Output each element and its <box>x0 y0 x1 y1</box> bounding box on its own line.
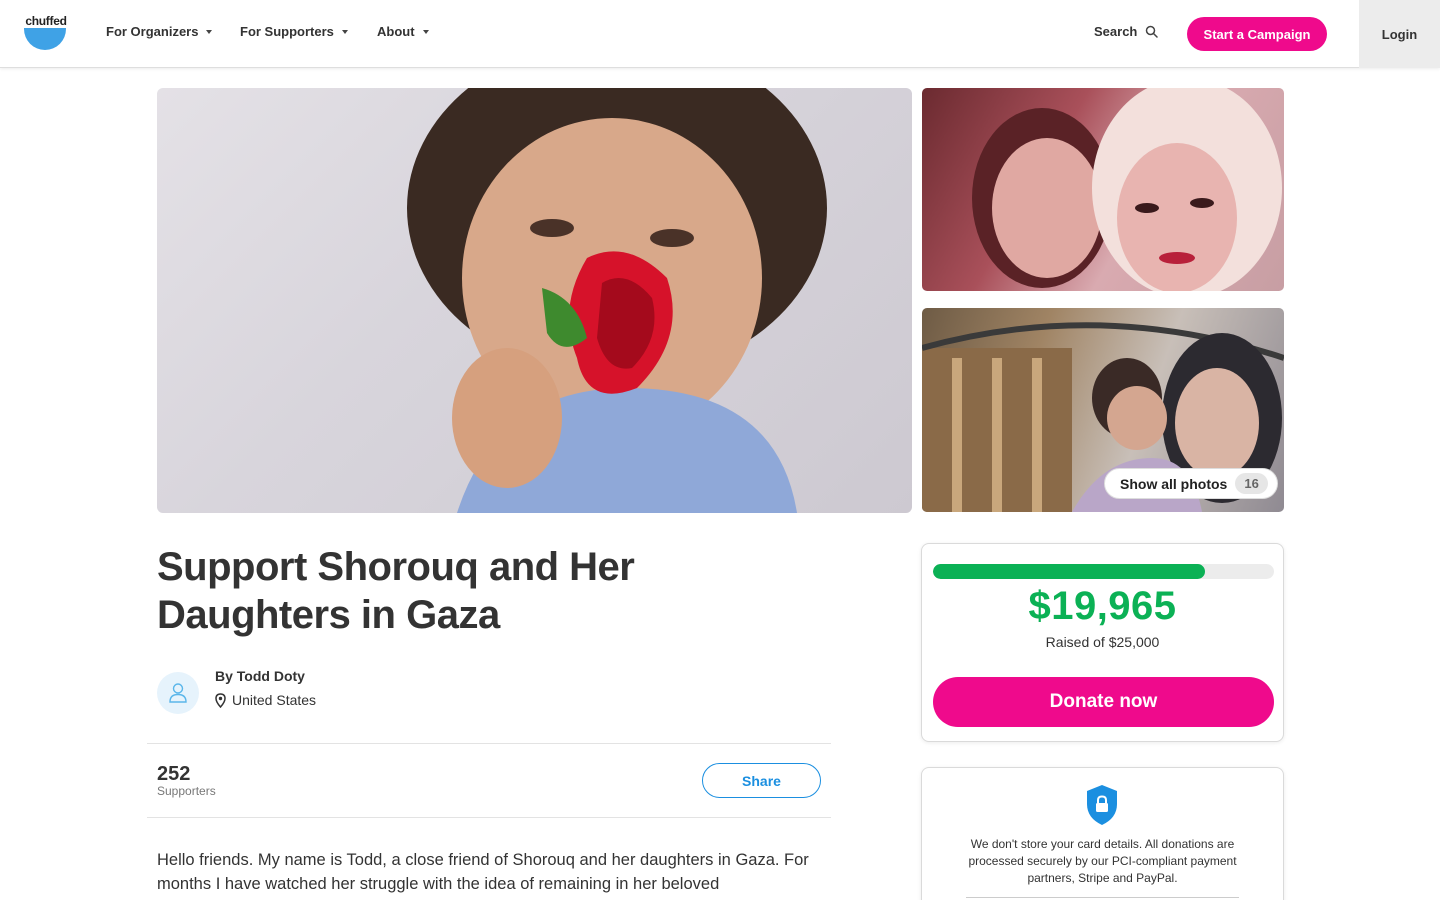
share-button[interactable]: Share <box>702 763 821 798</box>
goal-text: Raised of $25,000 <box>1045 634 1160 650</box>
nav-for-supporters[interactable]: For Supporters <box>240 24 348 39</box>
supporters-count: 252 <box>157 763 191 785</box>
child-with-rose-image <box>407 88 827 513</box>
organizer-location: United States <box>215 692 316 708</box>
divider <box>147 817 831 818</box>
main-campaign-photo[interactable] <box>157 88 912 513</box>
show-all-photos-button[interactable]: Show all photos 16 <box>1104 468 1278 499</box>
nav-about-label: About <box>377 24 415 39</box>
campaign-story: Hello friends. My name is Todd, a close … <box>157 851 809 893</box>
funding-progress-fill <box>933 564 1206 579</box>
photo-count-badge: 16 <box>1235 473 1268 494</box>
logo-text: chuffed <box>25 14 67 28</box>
nav-for-organizers-label: For Organizers <box>106 24 199 39</box>
nav-for-supporters-label: For Supporters <box>240 24 334 39</box>
search-icon <box>1146 25 1159 38</box>
donation-card: $19,965 Raised of $25,000 Donate now <box>921 543 1284 742</box>
map-pin-icon <box>215 692 226 708</box>
organizer-name[interactable]: By Todd Doty <box>215 668 305 684</box>
logo-bowl-icon <box>24 28 66 50</box>
amount-raised: $19,965 <box>1028 584 1177 628</box>
supporters-label: Supporters <box>157 784 216 798</box>
search-button[interactable]: Search <box>1094 24 1159 39</box>
gallery-photo-2[interactable] <box>922 88 1284 291</box>
login-button[interactable]: Login <box>1359 0 1440 68</box>
organizer-avatar[interactable] <box>157 672 199 714</box>
security-notice: We don't store your card details. All do… <box>968 837 1237 885</box>
nav-about[interactable]: About <box>377 24 429 39</box>
caret-down-icon <box>422 30 429 34</box>
divider <box>966 897 1239 898</box>
funding-progress-bar <box>933 564 1274 579</box>
divider <box>147 743 831 744</box>
security-card: We don't store your card details. All do… <box>921 767 1284 900</box>
nav-for-organizers[interactable]: For Organizers <box>106 24 213 39</box>
campaign-title: Support Shorouq and Her Daughters in Gaz… <box>157 545 635 637</box>
user-icon <box>169 683 187 703</box>
gallery-photo-3[interactable]: Show all photos 16 <box>922 308 1284 512</box>
top-nav: chuffed For Organizers For Supporters Ab… <box>0 0 1440 68</box>
location-text: United States <box>232 692 317 708</box>
search-label: Search <box>1094 24 1138 39</box>
donate-now-button[interactable]: Donate now <box>933 677 1274 727</box>
chuffed-logo[interactable]: chuffed <box>24 14 68 52</box>
caret-down-icon <box>206 30 213 34</box>
caret-down-icon <box>341 30 348 34</box>
show-all-photos-label: Show all photos <box>1120 475 1228 492</box>
mother-and-daughter-image <box>972 88 1282 291</box>
start-campaign-button[interactable]: Start a Campaign <box>1187 17 1327 51</box>
shield-lock-icon <box>1087 785 1117 825</box>
